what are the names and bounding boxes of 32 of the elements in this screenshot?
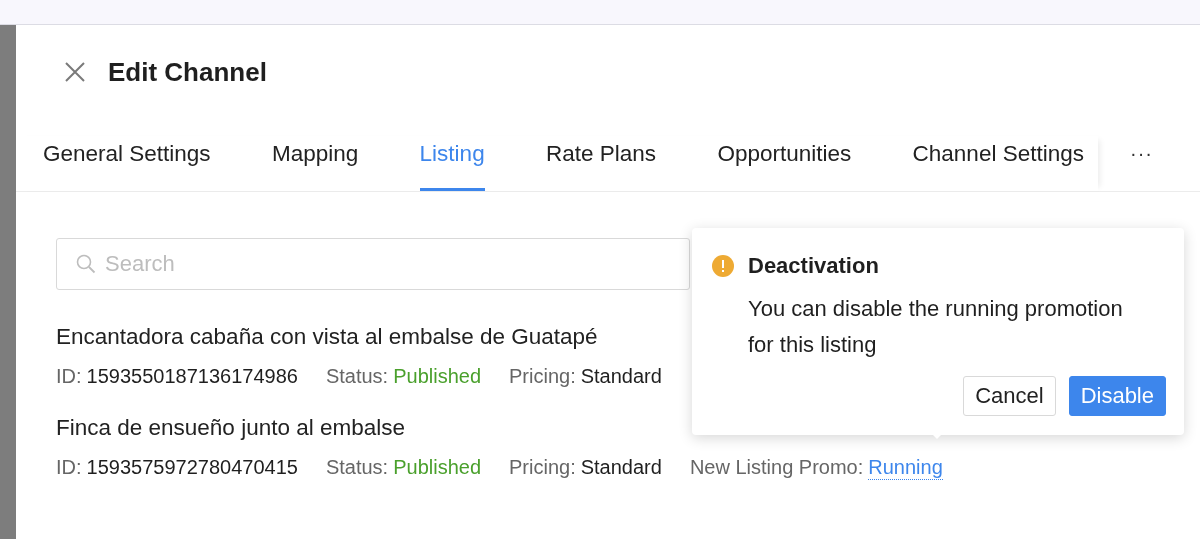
status-value: Published [393, 364, 481, 388]
listing-title: Finca de ensueño junto al embalse [56, 414, 405, 442]
status-value: Published [393, 455, 481, 480]
field-label: Status: [325, 364, 389, 388]
field-label: ID: [56, 364, 82, 388]
promo-status-link[interactable]: Running [868, 455, 943, 480]
popover-message: You can disable the running promotion for this listing [748, 295, 1124, 359]
tab[interactable]: Channel Settings [912, 136, 1084, 191]
tab[interactable]: Listing [419, 136, 485, 191]
tab[interactable]: General Settings [43, 136, 211, 191]
cancel-button[interactable]: Cancel [963, 376, 1056, 416]
confirm-button[interactable]: Disable [1068, 376, 1166, 416]
search-icon [76, 254, 96, 274]
field-value: Standard [580, 364, 662, 388]
field-label: New Listing Promo: [689, 455, 864, 480]
tab[interactable]: Opportunities [717, 136, 852, 191]
popover-title: Deactivation [748, 254, 879, 278]
field-value: 1593575972780470415 [86, 455, 298, 480]
field-label: Pricing: [509, 455, 576, 480]
drawer-title: Edit Channel [108, 57, 267, 87]
tab[interactable]: Rate Plans [546, 136, 657, 191]
more-button[interactable]: ··· [1124, 136, 1159, 191]
warning-icon [712, 255, 734, 277]
field-label: Pricing: [509, 364, 576, 388]
tab[interactable]: Mapping [271, 136, 359, 191]
close-button[interactable] [64, 61, 86, 83]
field-value: Standard [580, 455, 662, 480]
field-label: Status: [325, 455, 389, 480]
listing-title: Encantadora cabaña con vista al embalse de Guatapé [56, 323, 598, 351]
field-value: 1593550187136174986 [86, 364, 298, 388]
field-label: ID: [56, 455, 82, 480]
search-field[interactable]: Search [56, 238, 690, 290]
